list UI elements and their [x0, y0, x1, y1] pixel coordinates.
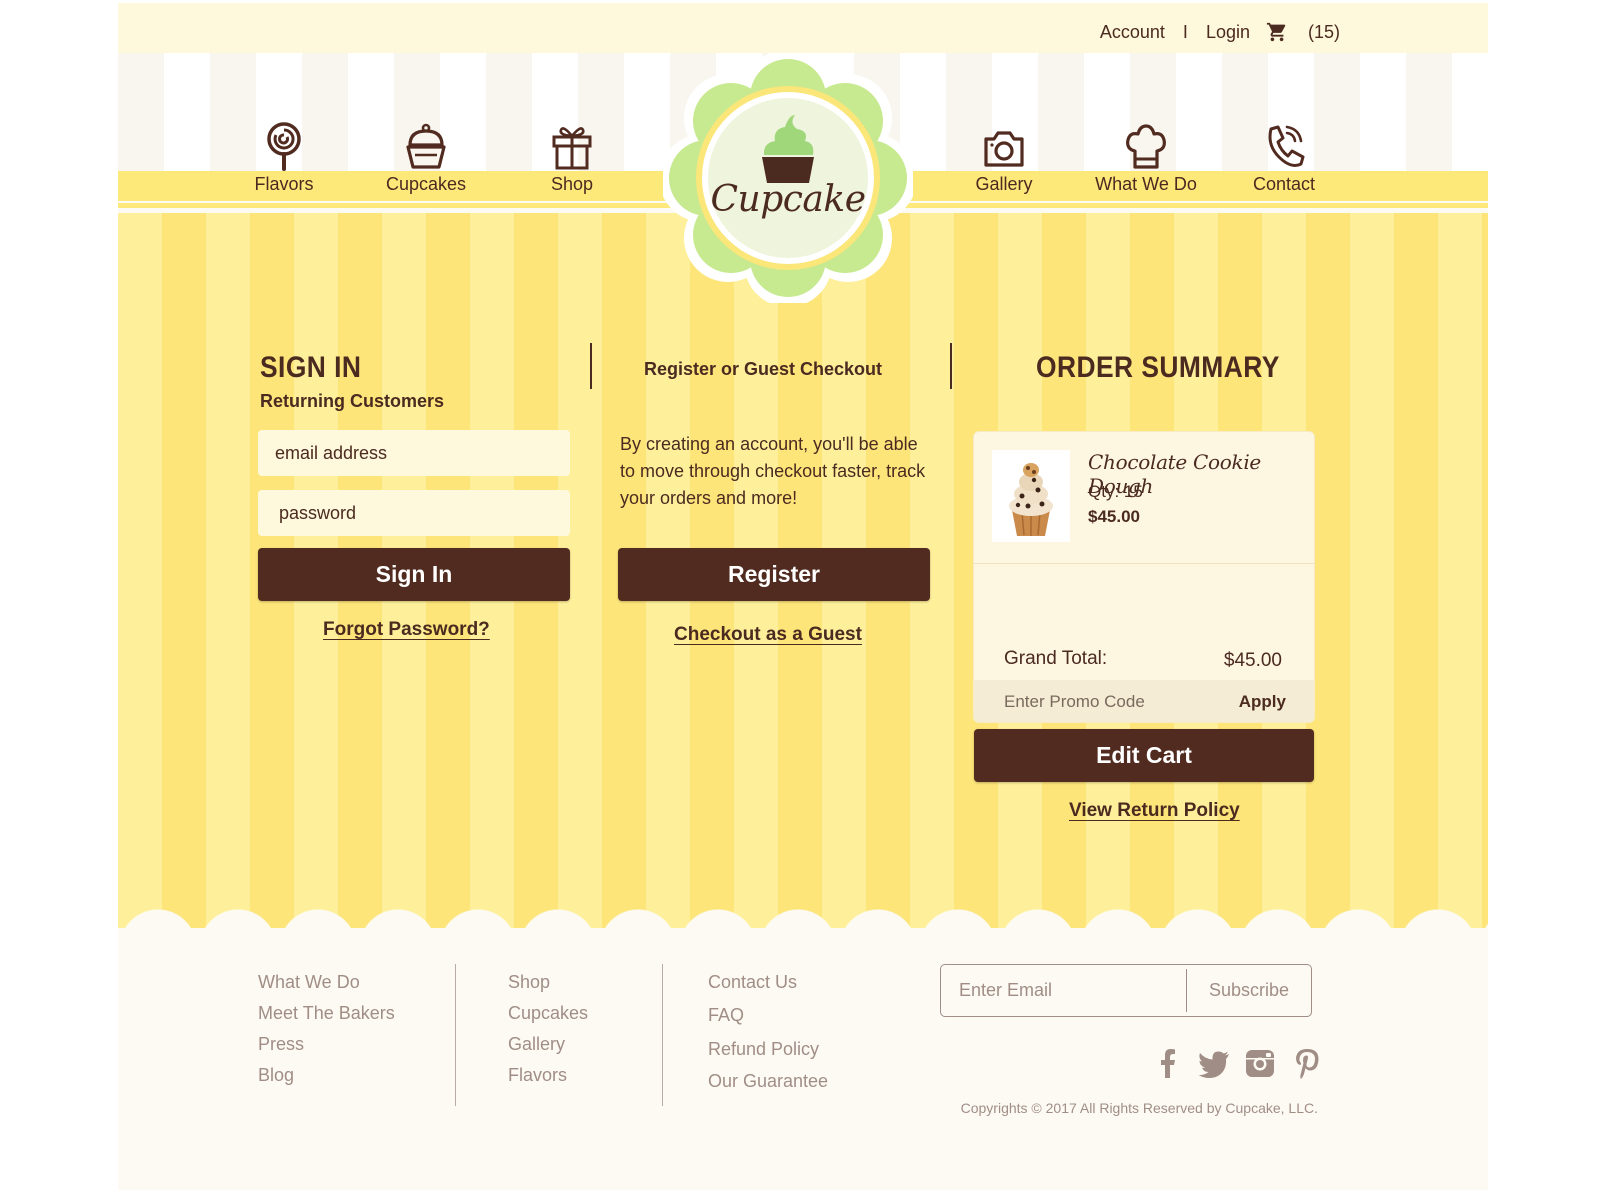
order-summary-card: Chocolate Cookie Dough Qty: 15 $45.00 Gr… — [973, 431, 1315, 723]
product-thumbnail — [992, 450, 1070, 542]
newsletter-form: Subscribe — [940, 964, 1312, 1017]
footer-link[interactable]: Press — [258, 1029, 395, 1060]
top-bar: Account I Login (15) — [118, 3, 1488, 53]
password-field[interactable] — [258, 490, 570, 536]
nav-contact[interactable]: Contact — [1224, 121, 1344, 195]
footer-link[interactable]: Flavors — [508, 1060, 588, 1091]
edit-cart-button[interactable]: Edit Cart — [974, 729, 1314, 782]
signin-subtitle: Returning Customers — [260, 391, 445, 411]
gift-icon — [549, 121, 595, 171]
sign-in-button[interactable]: Sign In — [258, 548, 570, 601]
footer-link[interactable]: Meet The Bakers — [258, 998, 395, 1029]
phone-icon — [1261, 121, 1307, 171]
grand-total-label: Grand Total: — [1004, 648, 1108, 669]
account-link[interactable]: Account — [1100, 22, 1165, 43]
footer-link[interactable]: Contact Us — [708, 967, 828, 998]
nav-what-we-do-label: What We Do — [1095, 174, 1197, 194]
shopping-cart-icon[interactable] — [1266, 21, 1288, 43]
nav-gallery-label: Gallery — [975, 174, 1033, 194]
account-links: Account I Login (15) — [1100, 21, 1340, 43]
footer-link[interactable]: Gallery — [508, 1029, 588, 1060]
footer-link[interactable]: Shop — [508, 967, 588, 998]
page: Account I Login (15) Flavors Cupcakes Sh… — [118, 3, 1488, 1190]
cart-count[interactable]: (15) — [1308, 22, 1340, 43]
footer-divider — [662, 964, 663, 1106]
promo-row: Apply — [974, 680, 1314, 722]
twitter-icon[interactable] — [1197, 1046, 1231, 1080]
copyright-text: Copyrights © 2017 All Rights Reserved by… — [960, 1100, 1318, 1116]
facebook-icon[interactable] — [1151, 1046, 1185, 1080]
nav-contact-label: Contact — [1252, 174, 1316, 194]
forgot-password-link[interactable]: Forgot Password? — [323, 619, 490, 641]
footer-link[interactable]: FAQ — [708, 998, 828, 1032]
guest-checkout-link[interactable]: Checkout as a Guest — [674, 624, 862, 646]
order-summary-title: ORDER SUMMARY — [1036, 351, 1280, 384]
nav-flavors[interactable]: Flavors — [224, 121, 344, 195]
pinterest-icon[interactable] — [1290, 1046, 1324, 1080]
cupcake-icon — [403, 121, 449, 171]
login-link[interactable]: Login — [1206, 22, 1250, 43]
logo-wordmark: Cupcake — [710, 179, 866, 220]
newsletter-email-input[interactable] — [941, 965, 1185, 1016]
email-field[interactable] — [258, 430, 570, 476]
product-price: $45.00 — [1088, 507, 1140, 526]
footer-divider — [455, 964, 456, 1106]
register-description: By creating an account, you'll be able t… — [620, 434, 926, 508]
apply-promo-button[interactable]: Apply — [1239, 692, 1286, 712]
nav-cupcakes[interactable]: Cupcakes — [366, 121, 486, 195]
grand-total-value: $45.00 — [1223, 650, 1282, 671]
summary-divider — [974, 563, 1314, 564]
footer-link[interactable]: Refund Policy — [708, 1032, 828, 1066]
nav-shop[interactable]: Shop — [512, 121, 632, 195]
footer-link[interactable]: Cupcakes — [508, 998, 588, 1029]
signin-title: SIGN IN — [260, 351, 362, 384]
register-title: Register or Guest Checkout — [643, 359, 883, 379]
footer-link[interactable]: Our Guarantee — [708, 1066, 828, 1097]
camera-icon — [981, 121, 1027, 171]
logo-badge-icon — [663, 53, 913, 303]
product-qty: Qty: 15 — [1088, 482, 1143, 501]
column-divider — [950, 343, 952, 389]
instagram-icon[interactable] — [1243, 1046, 1277, 1080]
nav-cupcakes-label: Cupcakes — [385, 174, 467, 194]
chef-hat-icon — [1123, 121, 1169, 171]
footer-link[interactable]: Blog — [258, 1060, 395, 1091]
nav-what-we-do[interactable]: What We Do — [1086, 121, 1206, 195]
nav-gallery[interactable]: Gallery — [944, 121, 1064, 195]
footer-column-3: Contact Us FAQ Refund Policy Our Guarant… — [708, 967, 828, 1097]
promo-code-input[interactable] — [974, 680, 1214, 722]
footer-column-2: Shop Cupcakes Gallery Flavors — [508, 967, 588, 1091]
subscribe-button[interactable]: Subscribe — [1187, 965, 1311, 1016]
footer-link[interactable]: What We Do — [258, 967, 395, 998]
nav-flavors-label: Flavors — [254, 174, 314, 194]
lollipop-icon — [261, 121, 307, 171]
separator: I — [1182, 21, 1188, 42]
return-policy-link[interactable]: View Return Policy — [1069, 800, 1240, 822]
nav-shop-label: Shop — [550, 174, 594, 194]
scallop-border — [118, 908, 1488, 948]
cupcake-photo-icon — [992, 450, 1070, 542]
cupcake-logo[interactable]: Cupcake — [663, 53, 913, 303]
footer-column-1: What We Do Meet The Bakers Press Blog — [258, 967, 395, 1091]
register-button[interactable]: Register — [618, 548, 930, 601]
